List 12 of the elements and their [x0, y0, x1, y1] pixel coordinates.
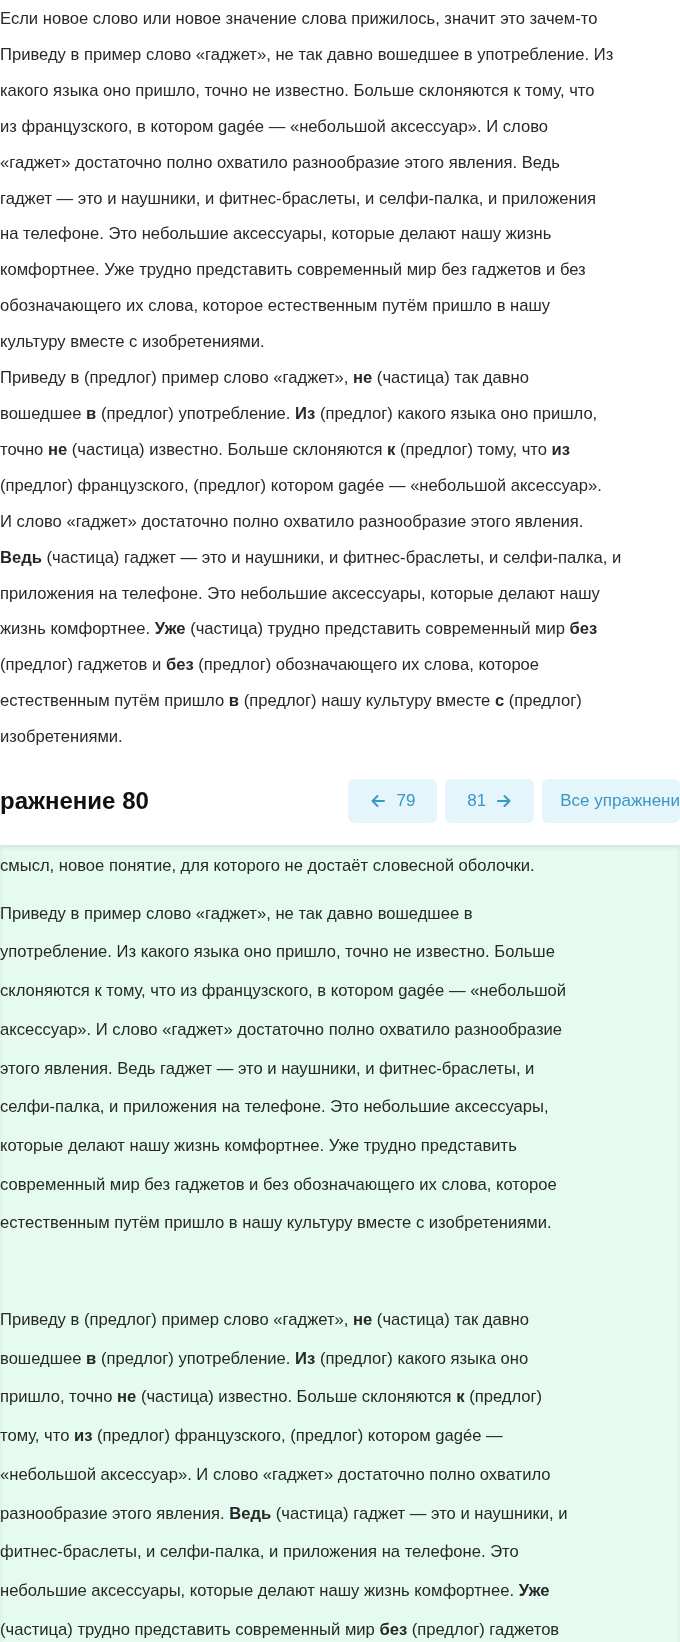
paragraph: Приведу в (предлог) пример слово «гаджет», не (частица) так давно вошедшее в (предлог) употребление. Из (предлог) какого языка оно пришло, точно не (частица) известно. Больше склоняются к (предлог) тому, что из (предлог) французского, (предлог) котором gagée — «небольшой аксессуар». И слово «гаджет» достаточно полно охватило разнообразие этого явления. Ведь (частица) гаджет — это и наушники, и фитнес-браслеты, и селфи-палка, и приложения на телефоне. Это небольшие аксессуары, которые делают нашу жизнь комфортнее. Уже (частица) трудно представить современный мир без (предлог) гаджетов [0, 1309, 569, 1641]
paragraph: Приведу в пример слово «гаджет», не так давно вошедшее в употребление. Из какого языка оно пришло, точно не известно. Больше склоняются к тому, что из французского, в котором gagée — «небольшой аксессуар». И слово «гаджет» достаточно полно охватило разнообразие этого явления. Ведь гаджет — это и наушники, и фитнес-браслеты, и селфи-палка, и приложения на телефоне. Это небольшие аксессуары, которые делают нашу жизнь комфортнее. Уже трудно представить современный мир без гаджетов и без обозначающего их слова, которое естественным путём пришло в нашу культуру вместе с изобретениями. [0, 902, 568, 1235]
paragraph: Приведу в (предлог) пример слово «гаджет», не (частица) так давно вошедшее в (предлог) употребление. Из (предлог) какого языка оно пришло, точно не (частица) известно. Больше склоняются к (предлог) тому, что из (предлог) французского, (предлог) котором gagée — «небольшой аксессуар». И слово «гаджет» достаточно полно охватило разнообразие этого явления. Ведь (частица) гаджет — это и наушники, и фитнес-браслеты, и селфи-палка, и приложения на телефоне. Это небольшие аксессуары, которые делают нашу жизнь комфортнее. Уже (частица) трудно представить современный мир без (предлог) гаджетов и без (предлог) обозначающего их слова, которое естественным путём пришло в (предлог) нашу культуру вместе с (предлог) изобретениями. [0, 367, 623, 749]
paragraph: смысл, новое понятие, для которого не достаёт словесной оболочки. [0, 855, 536, 878]
next-exercise-button[interactable]: 81 [445, 779, 535, 824]
previous-exercise-button[interactable]: 79 [348, 779, 438, 824]
paragraph: Приведу в пример слово «гаджет», не так давно вошедшее в употребление. Из какого языка оно пришло, точно не известно. Больше склоняются к тому, что из французского, в котором gagée — «небольшой аксессуар». И слово «гаджет» достаточно полно охватило разнообразие этого явления. Ведь гаджет — это и наушники, и фитнес-браслеты, и селфи-палка, и приложения на телефоне. Это небольшие аксессуары, которые делают нашу жизнь комфортнее. Уже трудно представить современный мир без гаджетов и без обозначающего их слова, которое естественным путём пришло в нашу культуру вместе с изобретениями. [0, 43, 615, 354]
paragraph: Если новое слово или новое значение слова прижилось, значит это зачем-то [0, 8, 599, 30]
arrow-right-icon [496, 793, 513, 810]
all-exercises-button[interactable]: Все упражнени [542, 779, 680, 824]
exercise-title: ражнение 80 [0, 787, 149, 816]
arrow-left-icon [370, 793, 387, 810]
